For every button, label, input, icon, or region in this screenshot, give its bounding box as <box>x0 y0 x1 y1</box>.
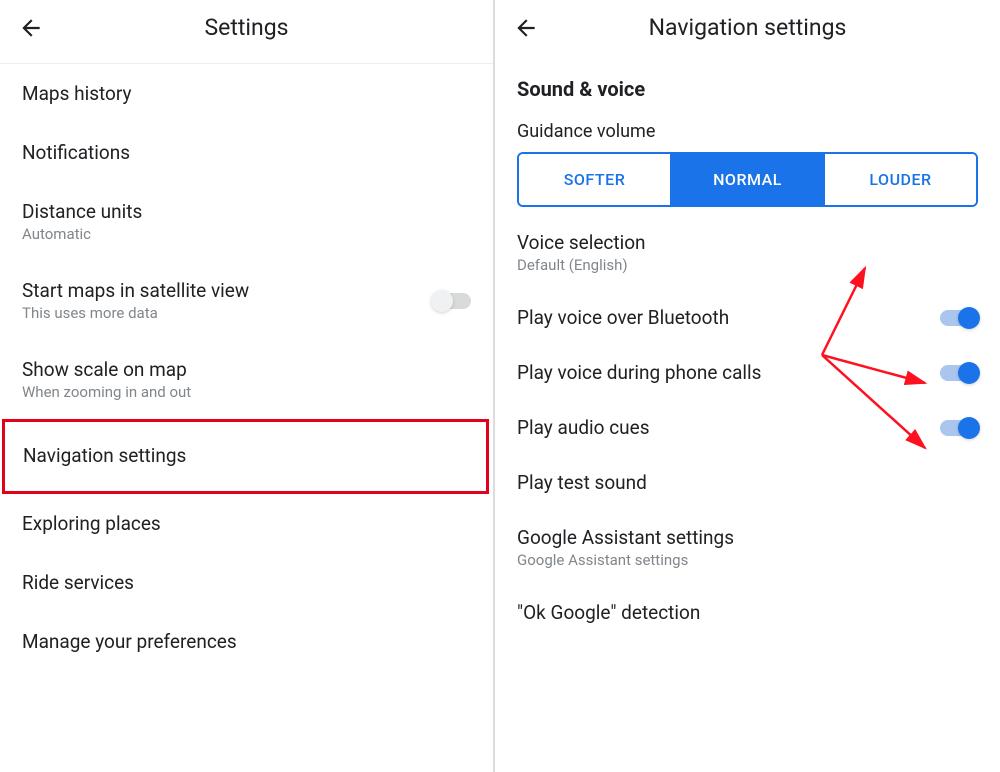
item-label: Play voice during phone calls <box>517 361 761 384</box>
item-label: Play audio cues <box>517 416 650 439</box>
item-notifications[interactable]: Notifications <box>0 123 493 182</box>
item-navigation-settings[interactable]: Navigation settings <box>2 419 489 494</box>
item-label: Manage your preferences <box>22 630 237 653</box>
item-label: Maps history <box>22 82 131 105</box>
item-ride-services[interactable]: Ride services <box>0 553 493 612</box>
back-icon[interactable] <box>513 15 539 41</box>
nav-title: Navigation settings <box>539 14 956 41</box>
settings-panel: Settings Maps history Notifications Dist… <box>0 0 495 772</box>
item-label: "Ok Google" detection <box>517 601 700 624</box>
seg-louder[interactable]: LOUDER <box>823 154 976 205</box>
settings-title: Settings <box>44 14 449 41</box>
guidance-volume-label: Guidance volume <box>495 107 1000 152</box>
item-voice-selection[interactable]: Voice selection Default (English) <box>495 215 1000 290</box>
item-label: Exploring places <box>22 512 161 535</box>
item-label: Navigation settings <box>23 444 186 467</box>
toggle-phone-calls[interactable] <box>940 365 978 381</box>
item-audio-cues[interactable]: Play audio cues <box>495 400 1000 455</box>
seg-softer[interactable]: SOFTER <box>519 154 670 205</box>
navigation-settings-panel: Navigation settings Sound & voice Guidan… <box>495 0 1000 772</box>
item-label: Show scale on map <box>22 358 191 381</box>
item-label: Voice selection <box>517 231 646 254</box>
item-distance-units[interactable]: Distance units Automatic <box>0 182 493 261</box>
item-satellite-view[interactable]: Start maps in satellite view This uses m… <box>0 261 493 340</box>
toggle-bluetooth[interactable] <box>940 310 978 326</box>
item-label: Ride services <box>22 571 134 594</box>
item-maps-history[interactable]: Maps history <box>0 64 493 123</box>
item-sub: Default (English) <box>517 256 646 274</box>
item-label: Play voice over Bluetooth <box>517 306 729 329</box>
item-label: Distance units <box>22 200 142 223</box>
item-sub: This uses more data <box>22 304 249 322</box>
item-sub: Google Assistant settings <box>517 551 734 569</box>
item-ok-google[interactable]: "Ok Google" detection <box>495 585 1000 640</box>
guidance-volume-segmented: SOFTER NORMAL LOUDER <box>517 152 978 207</box>
item-label: Start maps in satellite view <box>22 279 249 302</box>
settings-list: Maps history Notifications Distance unit… <box>0 64 493 671</box>
item-label: Play test sound <box>517 471 647 494</box>
item-sub: When zooming in and out <box>22 383 191 401</box>
item-manage-preferences[interactable]: Manage your preferences <box>0 612 493 671</box>
item-test-sound[interactable]: Play test sound <box>495 455 1000 510</box>
toggle-satellite[interactable] <box>433 293 471 309</box>
item-phone-calls[interactable]: Play voice during phone calls <box>495 345 1000 400</box>
item-bluetooth[interactable]: Play voice over Bluetooth <box>495 290 1000 345</box>
item-label: Google Assistant settings <box>517 526 734 549</box>
nav-header: Navigation settings <box>495 0 1000 59</box>
toggle-audio-cues[interactable] <box>940 420 978 436</box>
item-label: Notifications <box>22 141 130 164</box>
item-show-scale[interactable]: Show scale on map When zooming in and ou… <box>0 340 493 419</box>
back-icon[interactable] <box>18 15 44 41</box>
item-exploring-places[interactable]: Exploring places <box>0 494 493 553</box>
section-sound-voice: Sound & voice <box>495 59 1000 107</box>
settings-header: Settings <box>0 0 493 59</box>
item-assistant-settings[interactable]: Google Assistant settings Google Assista… <box>495 510 1000 585</box>
item-sub: Automatic <box>22 225 142 243</box>
seg-normal[interactable]: NORMAL <box>670 154 823 205</box>
